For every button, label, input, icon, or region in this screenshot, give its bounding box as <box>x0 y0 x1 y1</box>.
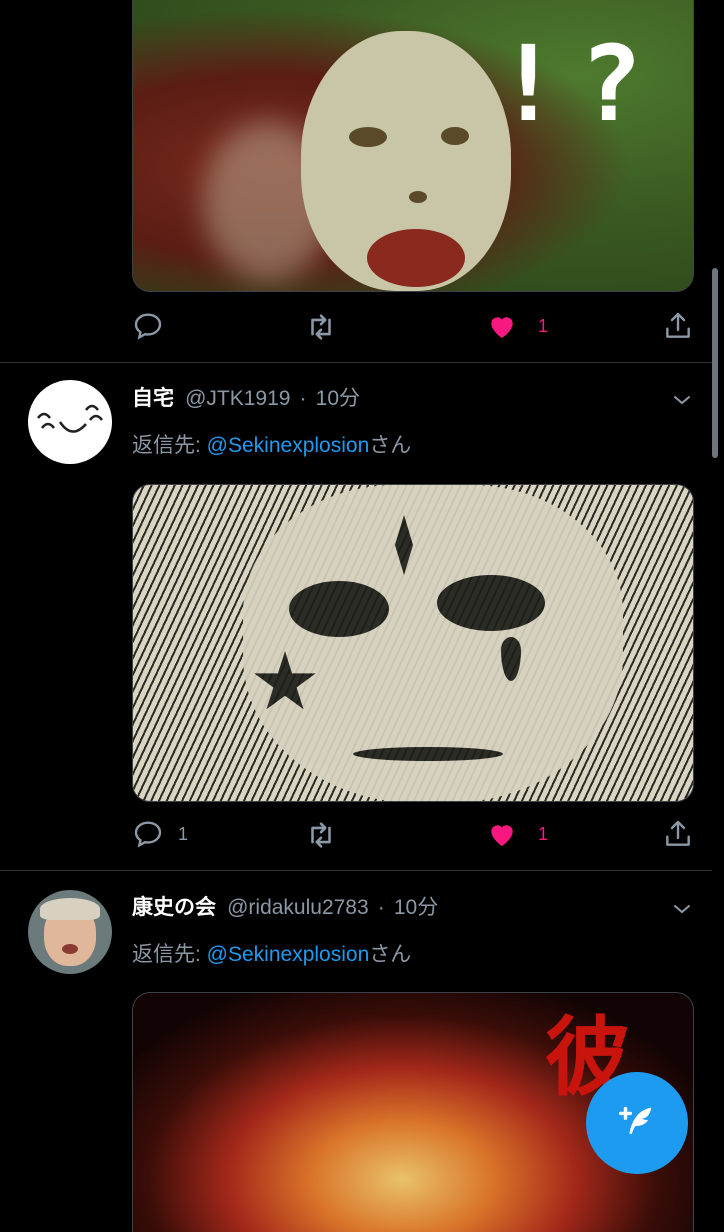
share-button[interactable] <box>662 310 694 342</box>
retweet-icon <box>311 314 331 340</box>
like-count: 1 <box>538 315 549 336</box>
manga-mouth <box>353 747 503 761</box>
tweet-media-image[interactable] <box>132 484 694 802</box>
display-name[interactable]: 自宅 <box>132 386 174 410</box>
avatar-hair <box>40 898 100 920</box>
manga-right-eye <box>437 575 545 631</box>
handle[interactable]: @ridakulu2783 <box>227 896 369 919</box>
reply-icon <box>134 821 162 848</box>
separator: · <box>299 387 307 410</box>
mask-right-eye <box>441 127 469 145</box>
mask-face <box>301 31 511 291</box>
reply-prefix: 返信先: <box>132 434 207 457</box>
like-count: 1 <box>538 823 549 844</box>
reply-suffix: さん <box>369 434 412 457</box>
like-button[interactable]: 1 <box>486 818 548 850</box>
timestamp[interactable]: 10分 <box>394 896 438 919</box>
like-icon <box>491 825 513 846</box>
avatar-face <box>40 898 100 966</box>
tweet-options-button[interactable] <box>670 388 694 416</box>
reply-prefix: 返信先: <box>132 943 207 966</box>
avatar[interactable] <box>28 890 112 974</box>
timestamp[interactable]: 10分 <box>316 387 360 410</box>
reply-count: 1 <box>178 823 189 844</box>
scrollbar-thumb[interactable] <box>712 268 718 458</box>
caret-down-icon <box>674 396 690 405</box>
avatar[interactable] <box>28 380 112 464</box>
like-button[interactable]: 1 <box>486 310 548 342</box>
caret-down-icon <box>674 905 690 914</box>
separator: · <box>377 896 385 919</box>
retweet-button[interactable] <box>304 310 338 344</box>
reply-button[interactable]: 1 <box>132 818 188 850</box>
mention-link[interactable]: @Sekinexplosion <box>207 943 370 966</box>
image-overlay-text: !? <box>497 23 663 145</box>
handle[interactable]: @JTK1919 <box>185 387 290 410</box>
manga-tear-drop <box>501 637 521 681</box>
tweet-actions: 1 <box>132 310 696 344</box>
mask-mouth <box>367 229 465 287</box>
reply-button[interactable] <box>132 310 178 342</box>
retweet-icon <box>311 822 331 848</box>
manga-left-eye <box>289 581 389 637</box>
share-icon <box>666 312 690 338</box>
mask-left-eye <box>349 127 387 147</box>
avatar-mouth <box>62 944 78 954</box>
retweet-button[interactable] <box>304 818 338 852</box>
tweet-header: 康史の会 @ridakulu2783 · 10分 <box>132 891 438 921</box>
tweet-media-image[interactable]: !? <box>132 0 694 292</box>
reply-suffix: さん <box>369 943 412 966</box>
reply-to-line: 返信先: @Sekinexplosionさん <box>132 429 411 459</box>
tweet-divider <box>0 870 712 871</box>
share-icon <box>666 820 690 846</box>
display-name[interactable]: 康史の会 <box>132 895 216 919</box>
share-button[interactable] <box>662 818 694 850</box>
reply-to-line: 返信先: @Sekinexplosionさん <box>132 938 411 968</box>
compose-tweet-icon <box>618 1106 652 1135</box>
tweet-header: 自宅 @JTK1919 · 10分 <box>132 382 360 412</box>
tweet-actions: 1 1 <box>132 818 696 852</box>
manga-forehead-mark <box>395 515 413 575</box>
reply-icon <box>134 313 162 340</box>
mention-link[interactable]: @Sekinexplosion <box>207 434 370 457</box>
manga-face <box>243 485 623 801</box>
mask-nose <box>409 191 427 203</box>
compose-tweet-button[interactable] <box>586 1072 688 1174</box>
tweet-divider <box>0 362 712 363</box>
like-icon <box>491 317 513 338</box>
smiley-face-avatar-image <box>37 404 103 433</box>
tweet-options-button[interactable] <box>670 897 694 925</box>
manga-star-mark <box>254 651 316 710</box>
